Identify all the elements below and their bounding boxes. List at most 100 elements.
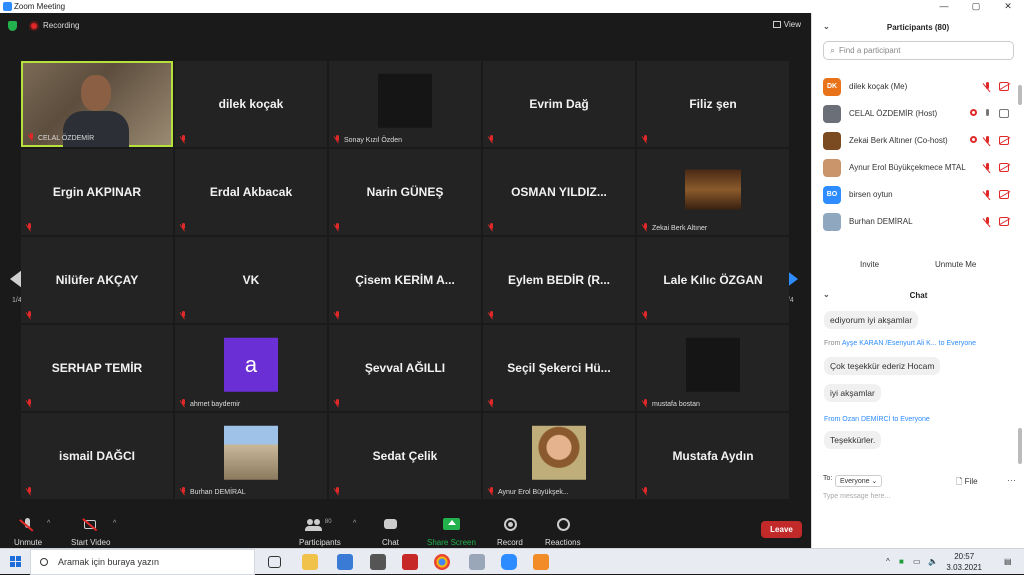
video-tile[interactable]: OSMAN YILDIZ... bbox=[483, 149, 635, 235]
video-tile[interactable]: Ergin AKPINAR bbox=[21, 149, 173, 235]
security-shield-icon[interactable] bbox=[8, 21, 17, 31]
share-screen-icon bbox=[443, 518, 461, 532]
chrome-icon[interactable] bbox=[434, 554, 450, 570]
notifications-icon[interactable]: ▤ bbox=[1004, 557, 1012, 566]
video-tile[interactable]: dilek koçak bbox=[175, 61, 327, 147]
video-tile[interactable]: Şevval AĞILLI bbox=[329, 325, 481, 411]
video-tile[interactable]: Filiz şen bbox=[637, 61, 789, 147]
video-tile[interactable]: Lale Kılıc ÖZGAN bbox=[637, 237, 789, 323]
tray-app-icon[interactable]: ■ bbox=[899, 557, 904, 566]
participants-count: 80 bbox=[324, 519, 332, 525]
video-tile[interactable]: SERHAP TEMİR bbox=[21, 325, 173, 411]
network-icon[interactable]: ▭ bbox=[913, 557, 921, 566]
participant-row[interactable]: Burhan DEMİRAL bbox=[812, 208, 1017, 235]
participant-row[interactable]: CELAL ÖZDEMİR (Host) bbox=[812, 100, 1017, 127]
audio-options-caret-icon[interactable]: ^ bbox=[47, 520, 50, 527]
video-tile[interactable]: Sonay Kızıl Özden bbox=[329, 61, 481, 147]
windows-start-icon[interactable] bbox=[10, 556, 21, 567]
record-label: Record bbox=[497, 538, 523, 547]
chat-button[interactable]: Chat bbox=[382, 518, 399, 547]
taskbar-search-input[interactable]: Aramak için buraya yazın bbox=[30, 549, 255, 575]
minimize-button[interactable]: — bbox=[928, 0, 960, 13]
participants-button[interactable]: 80 Participants bbox=[299, 518, 341, 547]
video-tile[interactable]: Mustafa Aydın bbox=[637, 413, 789, 499]
view-button[interactable]: View bbox=[772, 20, 801, 29]
collapse-chat-chevron-icon[interactable]: ⌄ bbox=[823, 290, 830, 299]
close-button[interactable]: ✕ bbox=[992, 0, 1024, 13]
participant-row-name: CELAL ÖZDEMİR (Host) bbox=[849, 109, 938, 118]
video-options-caret-icon[interactable]: ^ bbox=[113, 520, 116, 527]
muted-mic-icon bbox=[983, 190, 993, 199]
to-label: To: bbox=[823, 475, 833, 482]
invite-button[interactable]: Invite bbox=[854, 257, 885, 272]
zoom-taskbar-icon[interactable] bbox=[501, 554, 517, 570]
participant-name: SERHAP TEMİR bbox=[51, 361, 143, 375]
start-video-label: Start Video bbox=[71, 538, 111, 547]
participant-row[interactable]: Zekai Berk Altıner (Co-host) bbox=[812, 127, 1017, 154]
store-icon[interactable] bbox=[337, 554, 353, 570]
media-player-icon[interactable] bbox=[469, 554, 485, 570]
meeting-area: Recording View 1/4 1/4 CELAL ÖZDEMİRdile… bbox=[0, 13, 811, 561]
start-video-button[interactable]: Start Video bbox=[71, 518, 110, 547]
participant-name: Seçil Şekerci Hü... bbox=[507, 361, 611, 375]
record-button[interactable]: Record bbox=[497, 518, 523, 547]
tray-chevron-icon[interactable]: ^ bbox=[886, 557, 890, 566]
search-icon bbox=[40, 558, 48, 566]
video-tile[interactable]: a ahmet baydemir bbox=[175, 325, 327, 411]
chat-scrollbar[interactable] bbox=[1018, 428, 1022, 464]
participant-name: Evrim Dağ bbox=[529, 97, 589, 111]
video-tile[interactable]: CELAL ÖZDEMİR bbox=[21, 61, 173, 147]
recipient-select[interactable]: Everyone ⌄ bbox=[835, 475, 883, 487]
video-tile[interactable]: ismail DAĞCI bbox=[21, 413, 173, 499]
video-tile[interactable]: VK bbox=[175, 237, 327, 323]
muted-mic-icon bbox=[334, 311, 341, 320]
avatar bbox=[823, 212, 841, 231]
video-tile[interactable]: Sedat Çelik bbox=[329, 413, 481, 499]
file-button[interactable]: 🗋 File bbox=[956, 476, 978, 490]
chat-message: iyi akşamlar bbox=[824, 384, 881, 402]
muted-mic-icon bbox=[488, 487, 495, 496]
participant-row[interactable]: DK dilek koçak (Me) bbox=[812, 73, 1017, 100]
participant-row[interactable]: Aynur Erol Büyükçekmece MTAL bbox=[812, 154, 1017, 181]
window-title: Zoom Meeting bbox=[14, 2, 66, 11]
muted-mic-icon bbox=[180, 135, 187, 144]
clock-date: 3.03.2021 bbox=[946, 563, 982, 572]
participant-list-scrollbar[interactable] bbox=[1018, 85, 1022, 105]
volume-icon[interactable]: 🔈 bbox=[928, 557, 938, 566]
video-tile[interactable]: Çisem KERİM A... bbox=[329, 237, 481, 323]
muted-mic-icon bbox=[642, 399, 649, 408]
video-tile[interactable]: Nilüfer AKÇAY bbox=[21, 237, 173, 323]
video-tile[interactable]: Burhan DEMİRAL bbox=[175, 413, 327, 499]
reactions-button[interactable]: Reactions bbox=[545, 518, 581, 547]
video-tile[interactable]: mustafa bostan bbox=[637, 325, 789, 411]
share-screen-button[interactable]: Share Screen bbox=[427, 518, 476, 547]
leave-button[interactable]: Leave bbox=[761, 521, 802, 538]
muted-mic-icon bbox=[488, 311, 495, 320]
unmute-me-button[interactable]: Unmute Me bbox=[929, 257, 982, 272]
netflix-icon[interactable] bbox=[402, 554, 418, 570]
file-explorer-icon[interactable] bbox=[302, 554, 318, 570]
video-tile[interactable]: Eylem BEDİR (R... bbox=[483, 237, 635, 323]
task-view-icon[interactable] bbox=[268, 556, 281, 568]
video-tile[interactable]: Aynur Erol Büyükşek... bbox=[483, 413, 635, 499]
video-tile[interactable]: Evrim Dağ bbox=[483, 61, 635, 147]
collapse-participants-chevron-icon[interactable]: ⌄ bbox=[823, 22, 830, 31]
video-tile[interactable]: Erdal Akbacak bbox=[175, 149, 327, 235]
tile-name-label: mustafa bostan bbox=[652, 401, 700, 408]
participant-row[interactable]: BO birsen oytun bbox=[812, 181, 1017, 208]
chat-message-input[interactable]: Type message here... bbox=[823, 493, 890, 500]
calculator-icon[interactable] bbox=[370, 554, 386, 570]
video-tile[interactable]: Narin GÜNEŞ bbox=[329, 149, 481, 235]
app-icon[interactable] bbox=[533, 554, 549, 570]
taskbar-clock[interactable]: 20:57 3.03.2021 bbox=[946, 551, 982, 573]
video-icon bbox=[999, 109, 1009, 118]
participant-search-input[interactable]: ⌕ Find a participant bbox=[823, 41, 1014, 60]
video-tile[interactable]: Zekai Berk Altıner bbox=[637, 149, 789, 235]
participants-options-caret-icon[interactable]: ^ bbox=[353, 520, 356, 527]
more-options-icon[interactable]: ··· bbox=[1007, 475, 1016, 485]
muted-mic-icon bbox=[983, 217, 993, 226]
maximize-button[interactable]: ▢ bbox=[960, 0, 992, 13]
video-off-icon bbox=[82, 518, 99, 532]
video-tile[interactable]: Seçil Şekerci Hü... bbox=[483, 325, 635, 411]
unmute-button[interactable]: Unmute bbox=[14, 518, 42, 547]
